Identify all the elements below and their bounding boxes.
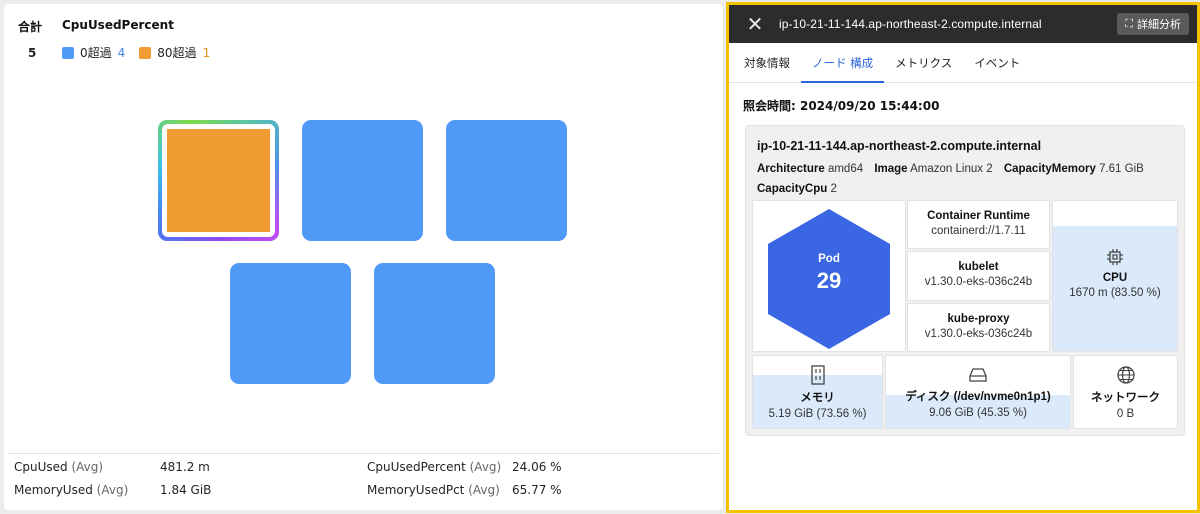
stat-unit: (Avg): [96, 483, 129, 497]
cpu-cell[interactable]: CPU 1670 m (83.50 %): [1052, 200, 1178, 352]
memory-cell[interactable]: メモリ 5.19 GiB (73.56 %): [752, 355, 883, 429]
stat-value-cpu-used-percent: 24.06 %: [512, 460, 562, 474]
stat-unit: (Avg): [71, 460, 104, 474]
pod-label: Pod: [818, 253, 840, 265]
container-runtime-title: Container Runtime: [927, 210, 1030, 222]
node-tile-fill: [167, 129, 270, 232]
stat-label-memory-used: MemoryUsed (Avg): [14, 483, 128, 497]
panel-title: ip-10-21-11-144.ap-northeast-2.compute.i…: [779, 17, 1042, 31]
tab-metrics[interactable]: メトリクス: [884, 43, 963, 82]
kube-proxy-title: kube-proxy: [947, 313, 1010, 325]
stat-label-cpu-used-percent: CpuUsedPercent (Avg): [367, 460, 501, 474]
stat-unit: (Avg): [468, 483, 500, 497]
cpu-value: 1670 m (83.50 %): [1069, 287, 1161, 299]
prop-value: 7.61 GiB: [1099, 163, 1144, 175]
node-tile-map: [4, 4, 723, 454]
stat-unit: (Avg): [469, 460, 502, 474]
node-name: ip-10-21-11-144.ap-northeast-2.compute.i…: [757, 139, 1042, 153]
prop-value: amd64: [827, 163, 864, 175]
prop-key: Architecture: [757, 163, 825, 175]
detail-analysis-label: 詳細分析: [1137, 18, 1181, 31]
prop-key: Image: [874, 163, 908, 175]
disk-value: 9.06 GiB (45.35 %): [929, 407, 1027, 419]
node-properties: Architecture amd64 Image Amazon Linux 2 …: [757, 159, 1177, 199]
stat-label-memory-used-pct: MemoryUsedPct (Avg): [367, 483, 500, 497]
stat-value-cpu-used: 481.2 m: [160, 460, 210, 474]
prop-key: CapacityMemory: [1003, 163, 1096, 175]
prop-key: CapacityCpu: [757, 183, 828, 195]
network-value: 0 B: [1116, 408, 1135, 420]
disk-title: ディスク (/dev/nvme0n1p1): [905, 391, 1051, 403]
stat-label-cpu-used: CpuUsed (Avg): [14, 460, 103, 474]
memory-value: 5.19 GiB (73.56 %): [768, 408, 867, 420]
stat-name: CpuUsedPercent: [367, 460, 466, 474]
node-map-panel: 合計 CpuUsedPercent 5 0超過 4 80超過 1 CpuUsed…: [4, 4, 723, 510]
globe-icon: [1116, 366, 1135, 384]
expand-icon: ⛶: [1125, 17, 1133, 30]
pod-count: 29: [816, 268, 842, 293]
panel-header: ✕ ip-10-21-11-144.ap-northeast-2.compute…: [729, 5, 1197, 43]
pod-cell[interactable]: Pod 29: [752, 200, 906, 352]
close-icon[interactable]: ✕: [741, 5, 769, 43]
memory-title: メモリ: [800, 392, 835, 404]
memory-icon: [810, 365, 825, 385]
container-runtime-value: containerd://1.7.11: [931, 225, 1026, 237]
prop-value: 2: [830, 183, 837, 195]
stat-name: CpuUsed: [14, 460, 68, 474]
node-tile-selected[interactable]: [158, 120, 279, 241]
node-config-card: ip-10-21-11-144.ap-northeast-2.compute.i…: [745, 125, 1185, 436]
detail-analysis-button[interactable]: ⛶ 詳細分析: [1117, 13, 1189, 35]
node-tile[interactable]: [374, 263, 495, 384]
tab-target-info[interactable]: 対象情報: [733, 43, 801, 82]
cpu-title: CPU: [1102, 272, 1128, 284]
disk-icon: [969, 368, 987, 382]
kube-proxy-value: v1.30.0-eks-036c24b: [924, 328, 1033, 340]
network-cell[interactable]: ネットワーク 0 B: [1073, 355, 1178, 429]
query-time: 照会時間: 2024/09/20 15:44:00: [743, 99, 940, 113]
node-tile[interactable]: [302, 120, 423, 241]
stat-name: MemoryUsed: [14, 483, 93, 497]
tab-events[interactable]: イベント: [963, 43, 1031, 82]
tab-node-config[interactable]: ノード 構成: [801, 43, 885, 83]
kubelet-title: kubelet: [958, 261, 999, 273]
network-title: ネットワーク: [1091, 392, 1160, 404]
divider: [8, 453, 719, 454]
node-tile[interactable]: [230, 263, 351, 384]
node-tile[interactable]: [446, 120, 567, 241]
kubelet-cell: kubelet v1.30.0-eks-036c24b: [907, 251, 1050, 301]
tab-bar: 対象情報 ノード 構成 メトリクス イベント: [729, 43, 1197, 83]
prop-value: Amazon Linux 2: [910, 163, 993, 175]
node-detail-panel: ✕ ip-10-21-11-144.ap-northeast-2.compute…: [726, 2, 1200, 513]
container-runtime-cell: Container Runtime containerd://1.7.11: [907, 200, 1050, 249]
kubelet-value: v1.30.0-eks-036c24b: [924, 276, 1033, 288]
cpu-chip-icon: [1107, 249, 1123, 265]
stat-value-memory-used: 1.84 GiB: [160, 483, 212, 497]
disk-cell[interactable]: ディスク (/dev/nvme0n1p1) 9.06 GiB (45.35 %): [885, 355, 1071, 429]
stat-name: MemoryUsedPct: [367, 483, 465, 497]
stat-value-memory-used-pct: 65.77 %: [512, 483, 562, 497]
kube-proxy-cell: kube-proxy v1.30.0-eks-036c24b: [907, 303, 1050, 352]
